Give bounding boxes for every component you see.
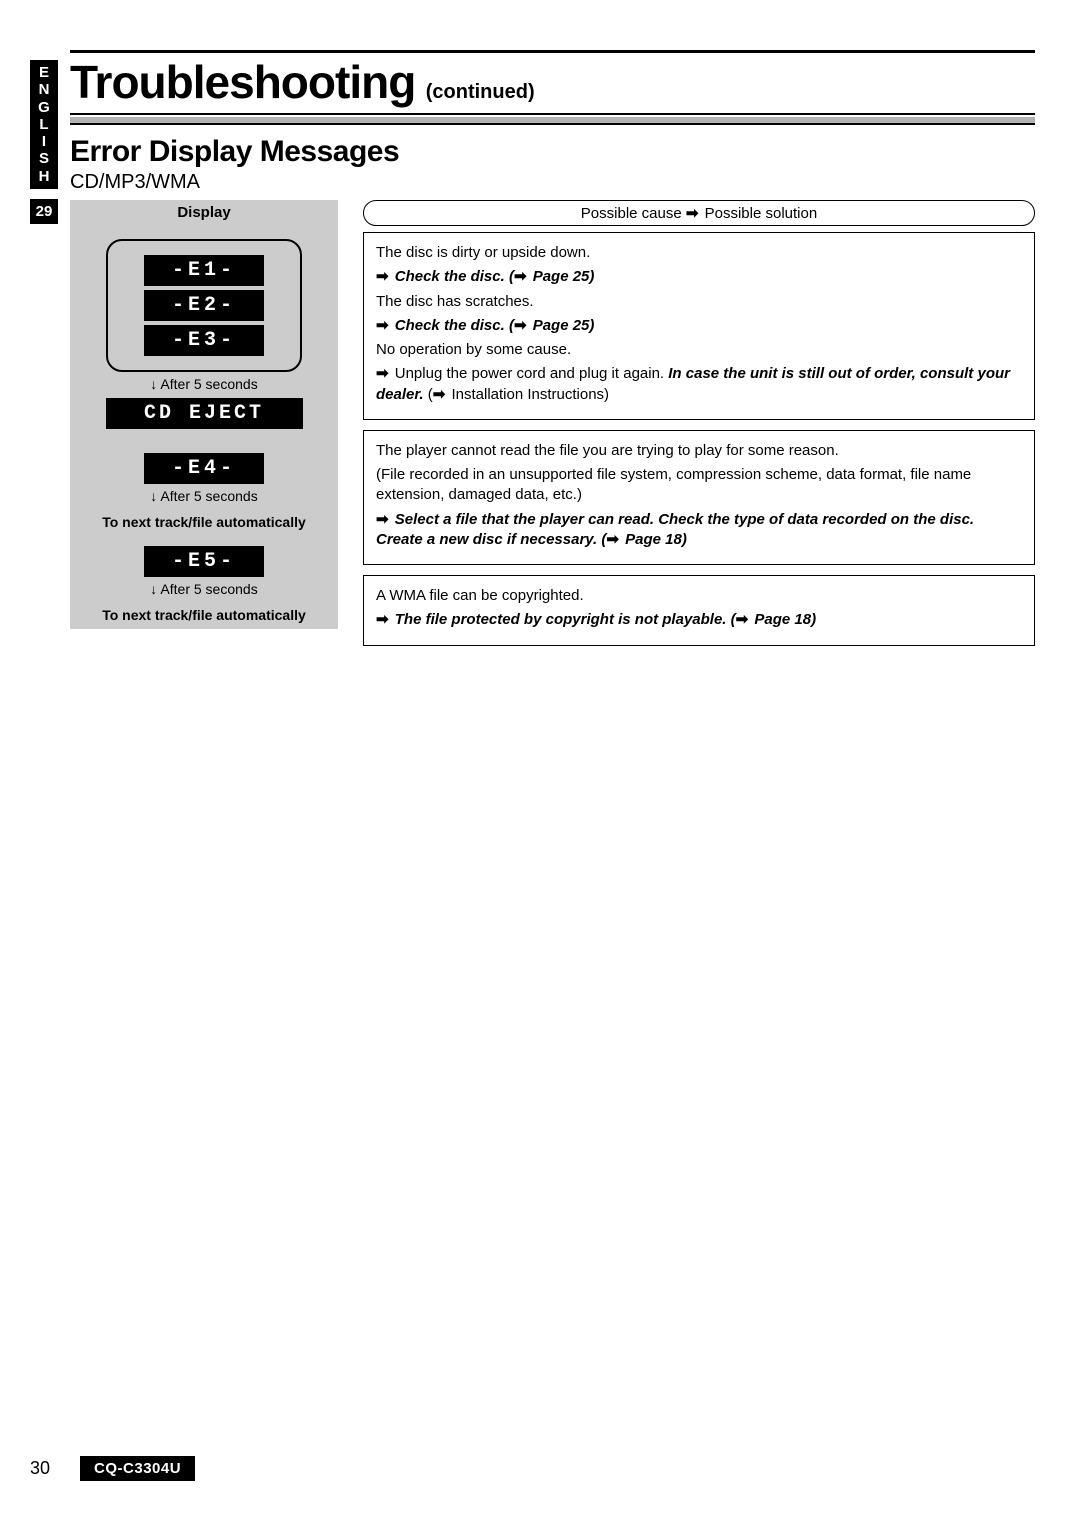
- language-tab: ENGLISH: [30, 60, 58, 189]
- model-badge: CQ-C3304U: [80, 1456, 195, 1481]
- arrow-right-icon: ➡: [376, 611, 389, 628]
- lcd-e3: -E3-: [144, 325, 264, 356]
- title-continued: (continued): [426, 81, 535, 103]
- solution-column: Possible cause ➡ Possible solution The d…: [363, 200, 1035, 656]
- cause-text: The disc has scratches.: [376, 292, 1022, 312]
- cause-text: The disc is dirty or upside down.: [376, 243, 1022, 263]
- solution-box-2: The player cannot read the file you are …: [363, 430, 1035, 565]
- to-next-track-label: To next track/file automatically: [70, 603, 338, 629]
- lcd-e1: -E1-: [144, 255, 264, 286]
- section-subtitle: CD/MP3/WMA: [70, 171, 1035, 194]
- title-row: Troubleshooting (continued): [70, 50, 1035, 115]
- solution-box-3: A WMA file can be copyrighted. ➡ The fil…: [363, 575, 1035, 646]
- arrow-right-icon: ➡: [736, 611, 749, 628]
- footer: 30 CQ-C3304U: [30, 1456, 195, 1481]
- arrow-right-icon: ➡: [376, 268, 389, 285]
- lcd-cd-eject: CD EJECT: [106, 398, 303, 429]
- side-page-number: 29: [30, 199, 58, 224]
- lcd-e4: -E4-: [144, 453, 264, 484]
- display-block-e5: -E5- After 5 seconds: [70, 540, 338, 603]
- lcd-e5: -E5-: [144, 546, 264, 577]
- cause-text: The player cannot read the file you are …: [376, 441, 1022, 461]
- possible-cause-label: Possible cause: [581, 205, 682, 222]
- to-next-track-label: To next track/file automatically: [70, 510, 338, 536]
- possible-solution-label: Possible solution: [705, 205, 818, 222]
- display-column-header: Display: [70, 200, 338, 225]
- cause-text: (File recorded in an unsupported file sy…: [376, 465, 1022, 506]
- display-block-e1e2e3: -E1- -E2- -E3- After 5 seconds CD EJECT: [70, 225, 338, 443]
- arrow-right-icon: ➡: [686, 205, 699, 222]
- page-number: 30: [30, 1458, 50, 1479]
- arrow-right-icon: ➡: [376, 511, 389, 528]
- arrow-right-icon: ➡: [376, 365, 389, 382]
- title-separator: [70, 117, 1035, 125]
- lcd-e2: -E2-: [144, 290, 264, 321]
- arrow-right-icon: ➡: [606, 531, 619, 548]
- solution-box-1: The disc is dirty or upside down. ➡ Chec…: [363, 232, 1035, 420]
- after-5-seconds-label: After 5 seconds: [80, 488, 328, 504]
- arrow-right-icon: ➡: [376, 317, 389, 334]
- page-title: Troubleshooting: [70, 56, 415, 108]
- arrow-right-icon: ➡: [433, 386, 446, 403]
- main-content: Troubleshooting (continued) Error Displa…: [70, 50, 1035, 656]
- arrow-right-icon: ➡: [514, 268, 527, 285]
- display-block-e4: -E4- After 5 seconds: [70, 447, 338, 510]
- section-heading: Error Display Messages: [70, 135, 1035, 169]
- arrow-right-icon: ➡: [514, 317, 527, 334]
- after-5-seconds-label: After 5 seconds: [80, 581, 328, 597]
- solution-column-header: Possible cause ➡ Possible solution: [363, 200, 1035, 226]
- cause-text: No operation by some cause.: [376, 340, 1022, 360]
- cause-text: A WMA file can be copyrighted.: [376, 586, 1022, 606]
- after-5-seconds-label: After 5 seconds: [80, 376, 328, 392]
- lcd-frame: -E1- -E2- -E3-: [106, 239, 302, 372]
- display-column: Display -E1- -E2- -E3- After 5 seconds C…: [70, 200, 338, 629]
- side-tabs: ENGLISH 29: [30, 60, 58, 224]
